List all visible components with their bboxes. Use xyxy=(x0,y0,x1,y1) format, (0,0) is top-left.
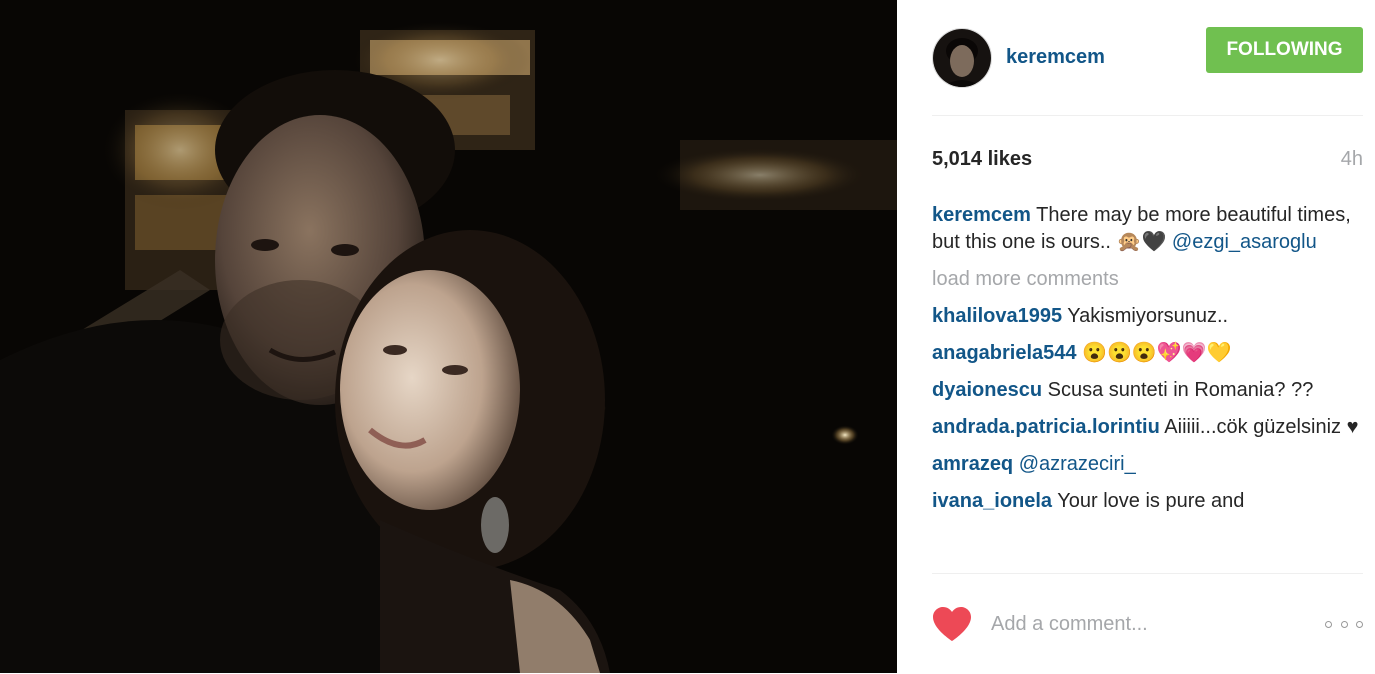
comment-mention[interactable]: @azrazeciri_ xyxy=(1013,453,1136,475)
dot-icon xyxy=(1340,620,1348,628)
post-stats: 5,014 likes 4h xyxy=(932,116,1363,202)
comment-text: Scusa sunteti in Romania? ?? xyxy=(1042,379,1314,401)
post-details-panel: keremcem FOLLOWING 5,014 likes 4h keremc… xyxy=(897,0,1375,673)
comment-item: amrazeq @azrazeciri_ xyxy=(932,451,1363,478)
comment-item: anagabriela544 😮😮😮💖💗💛 xyxy=(932,340,1363,367)
avatar[interactable] xyxy=(932,27,992,88)
comment-item: ivana_ionela Your love is pure and xyxy=(932,488,1363,515)
heart-icon[interactable] xyxy=(932,606,972,642)
comment-item: dyaionescu Scusa sunteti in Romania? ?? xyxy=(932,377,1363,404)
load-more-comments-link[interactable]: load more comments xyxy=(932,266,1363,293)
caption-username[interactable]: keremcem xyxy=(932,204,1031,226)
comment-text: Yakismiyorsunuz.. xyxy=(1062,305,1229,327)
add-comment-input[interactable] xyxy=(989,611,1325,637)
comments-list[interactable]: keremcem There may be more beautiful tim… xyxy=(932,202,1363,574)
comment-username[interactable]: amrazeq xyxy=(932,453,1013,475)
post-username[interactable]: keremcem xyxy=(1006,46,1206,69)
comment-item: khalilova1995 Yakismiyorsunuz.. xyxy=(932,303,1363,330)
comment-text: Your love is pure and xyxy=(1052,490,1245,512)
following-button[interactable]: FOLLOWING xyxy=(1206,26,1363,73)
comment-text: 😮😮😮💖💗💛 xyxy=(1076,342,1232,364)
post-timestamp[interactable]: 4h xyxy=(1341,148,1363,171)
dot-icon xyxy=(1356,620,1363,628)
comment-text: Aiiiii...cök güzelsiniz ♥ xyxy=(1159,416,1359,438)
comment-username[interactable]: dyaionescu xyxy=(932,379,1042,401)
more-options-icon[interactable] xyxy=(1325,620,1363,628)
comment-username[interactable]: anagabriela544 xyxy=(932,342,1077,364)
likes-count[interactable]: 5,014 likes xyxy=(932,148,1032,171)
post-header: keremcem FOLLOWING xyxy=(932,0,1363,116)
comment-username[interactable]: khalilova1995 xyxy=(932,305,1062,327)
caption-mention[interactable]: @ezgi_asaroglu xyxy=(1172,231,1317,253)
comment-username[interactable]: ivana_ionela xyxy=(932,490,1052,512)
comment-item: andrada.patricia.lorintiu Aiiiii...cök g… xyxy=(932,414,1363,441)
comment-bar xyxy=(932,574,1363,674)
caption: keremcem There may be more beautiful tim… xyxy=(932,202,1363,256)
post-photo[interactable] xyxy=(0,0,897,673)
comment-username[interactable]: andrada.patricia.lorintiu xyxy=(932,416,1160,438)
dot-icon xyxy=(1325,620,1332,628)
